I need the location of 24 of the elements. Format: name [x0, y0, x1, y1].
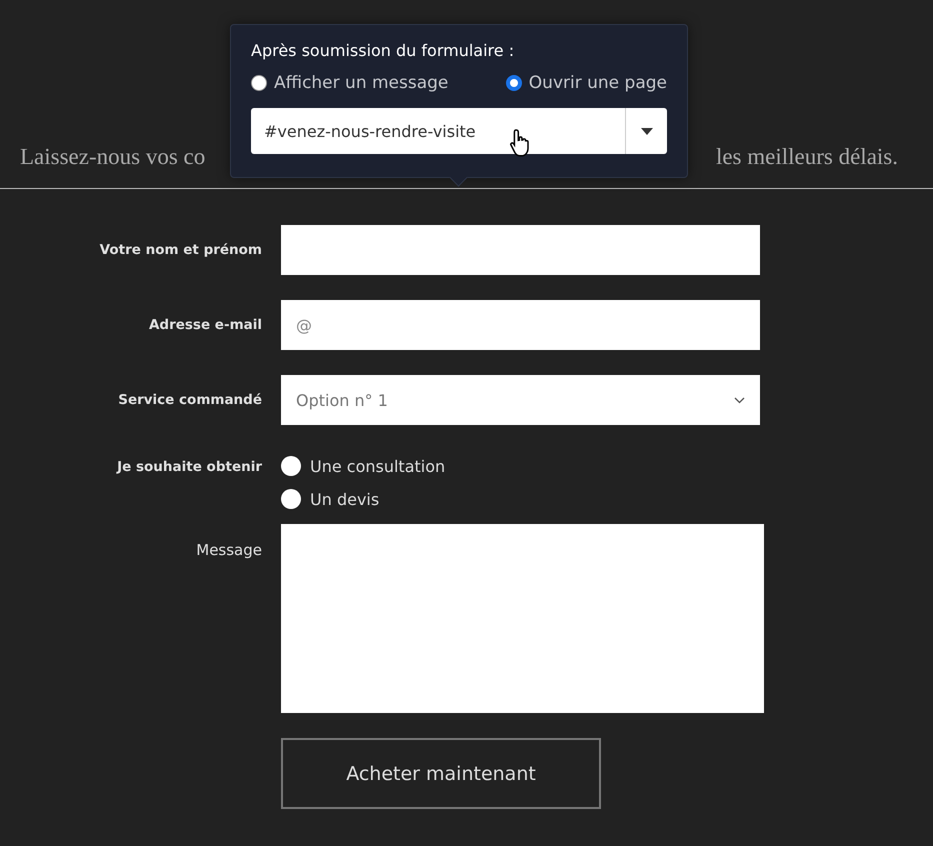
input-field[interactable]: @	[281, 300, 760, 350]
field-label: Service commandé	[117, 391, 263, 410]
radio-option[interactable]: Ouvrir une page	[506, 73, 667, 93]
field-label: Je souhaite obtenir	[115, 458, 263, 477]
select-field[interactable]: Option n° 1	[281, 375, 760, 425]
field-label: Votre nom et prénom	[98, 241, 263, 260]
message-field[interactable]	[281, 524, 764, 713]
radio-icon[interactable]	[251, 75, 267, 91]
submit-button[interactable]: Acheter maintenant	[281, 738, 601, 809]
radio-icon[interactable]	[281, 489, 301, 509]
radio-icon[interactable]	[281, 456, 301, 476]
radio-icon[interactable]	[506, 75, 522, 91]
popover-title: Après soumission du formulaire :	[251, 41, 516, 60]
field-label: Adresse e-mail	[148, 316, 263, 335]
chevron-down-icon	[734, 396, 745, 404]
page-select[interactable]: #venez-nous-rendre-visite	[251, 108, 667, 154]
radio-option[interactable]: Une consultation	[281, 456, 446, 476]
caret-icon	[640, 128, 652, 134]
radio-option[interactable]: Afficher un message	[251, 73, 448, 93]
intro-text: les meilleurs délais.	[716, 144, 898, 170]
intro-text: Laissez-nous vos co	[20, 144, 206, 170]
input-field[interactable]	[281, 225, 760, 275]
radio-option[interactable]: Un devis	[281, 489, 446, 509]
field-label: Message	[195, 540, 263, 561]
